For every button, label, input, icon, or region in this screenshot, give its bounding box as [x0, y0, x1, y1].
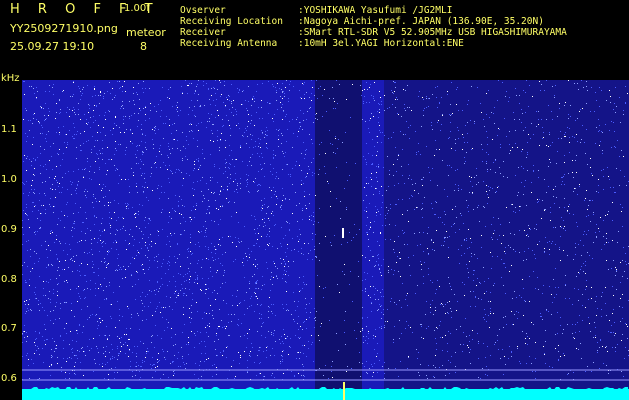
y-tick: 1.1: [1, 124, 17, 135]
header-panel: H R O F F T 1.00f YY2509271910.png meteo…: [0, 0, 629, 74]
y-axis-unit: kHz: [1, 73, 20, 84]
meta-row-antenna: Receiving Antenna:10mH 3el.YAGI Horizont…: [180, 38, 464, 49]
capture-datetime: 25.09.27 19:10: [10, 40, 95, 53]
app-version: 1.00f: [124, 3, 150, 14]
waterfall-canvas: [22, 80, 629, 400]
meta-row-receiver: Receiver:SMart RTL-SDR V5 52.905MHz USB …: [180, 27, 567, 38]
meteor-count: 8: [140, 40, 147, 53]
image-filename: YY2509271910.png: [10, 22, 118, 35]
y-tick: 0.8: [1, 274, 17, 285]
y-tick: 1.0: [1, 174, 17, 185]
y-tick: 0.6: [1, 373, 17, 384]
quiet-band: [384, 80, 629, 400]
waterfall-spectrogram: [22, 80, 629, 400]
y-tick: 0.7: [1, 323, 17, 334]
meteor-label: meteor: [126, 26, 166, 39]
quiet-band: [315, 80, 362, 400]
meteor-echo: [342, 228, 344, 238]
meta-row-observer: Ovserver:YOSHIKAWA Yasufumi /JG2MLI: [180, 5, 453, 16]
station-info: Ovserver:YOSHIKAWA Yasufumi /JG2MLI Rece…: [180, 5, 567, 49]
meta-row-location: Receiving Location:Nagoya Aichi-pref. JA…: [180, 16, 544, 27]
y-tick: 0.9: [1, 224, 17, 235]
